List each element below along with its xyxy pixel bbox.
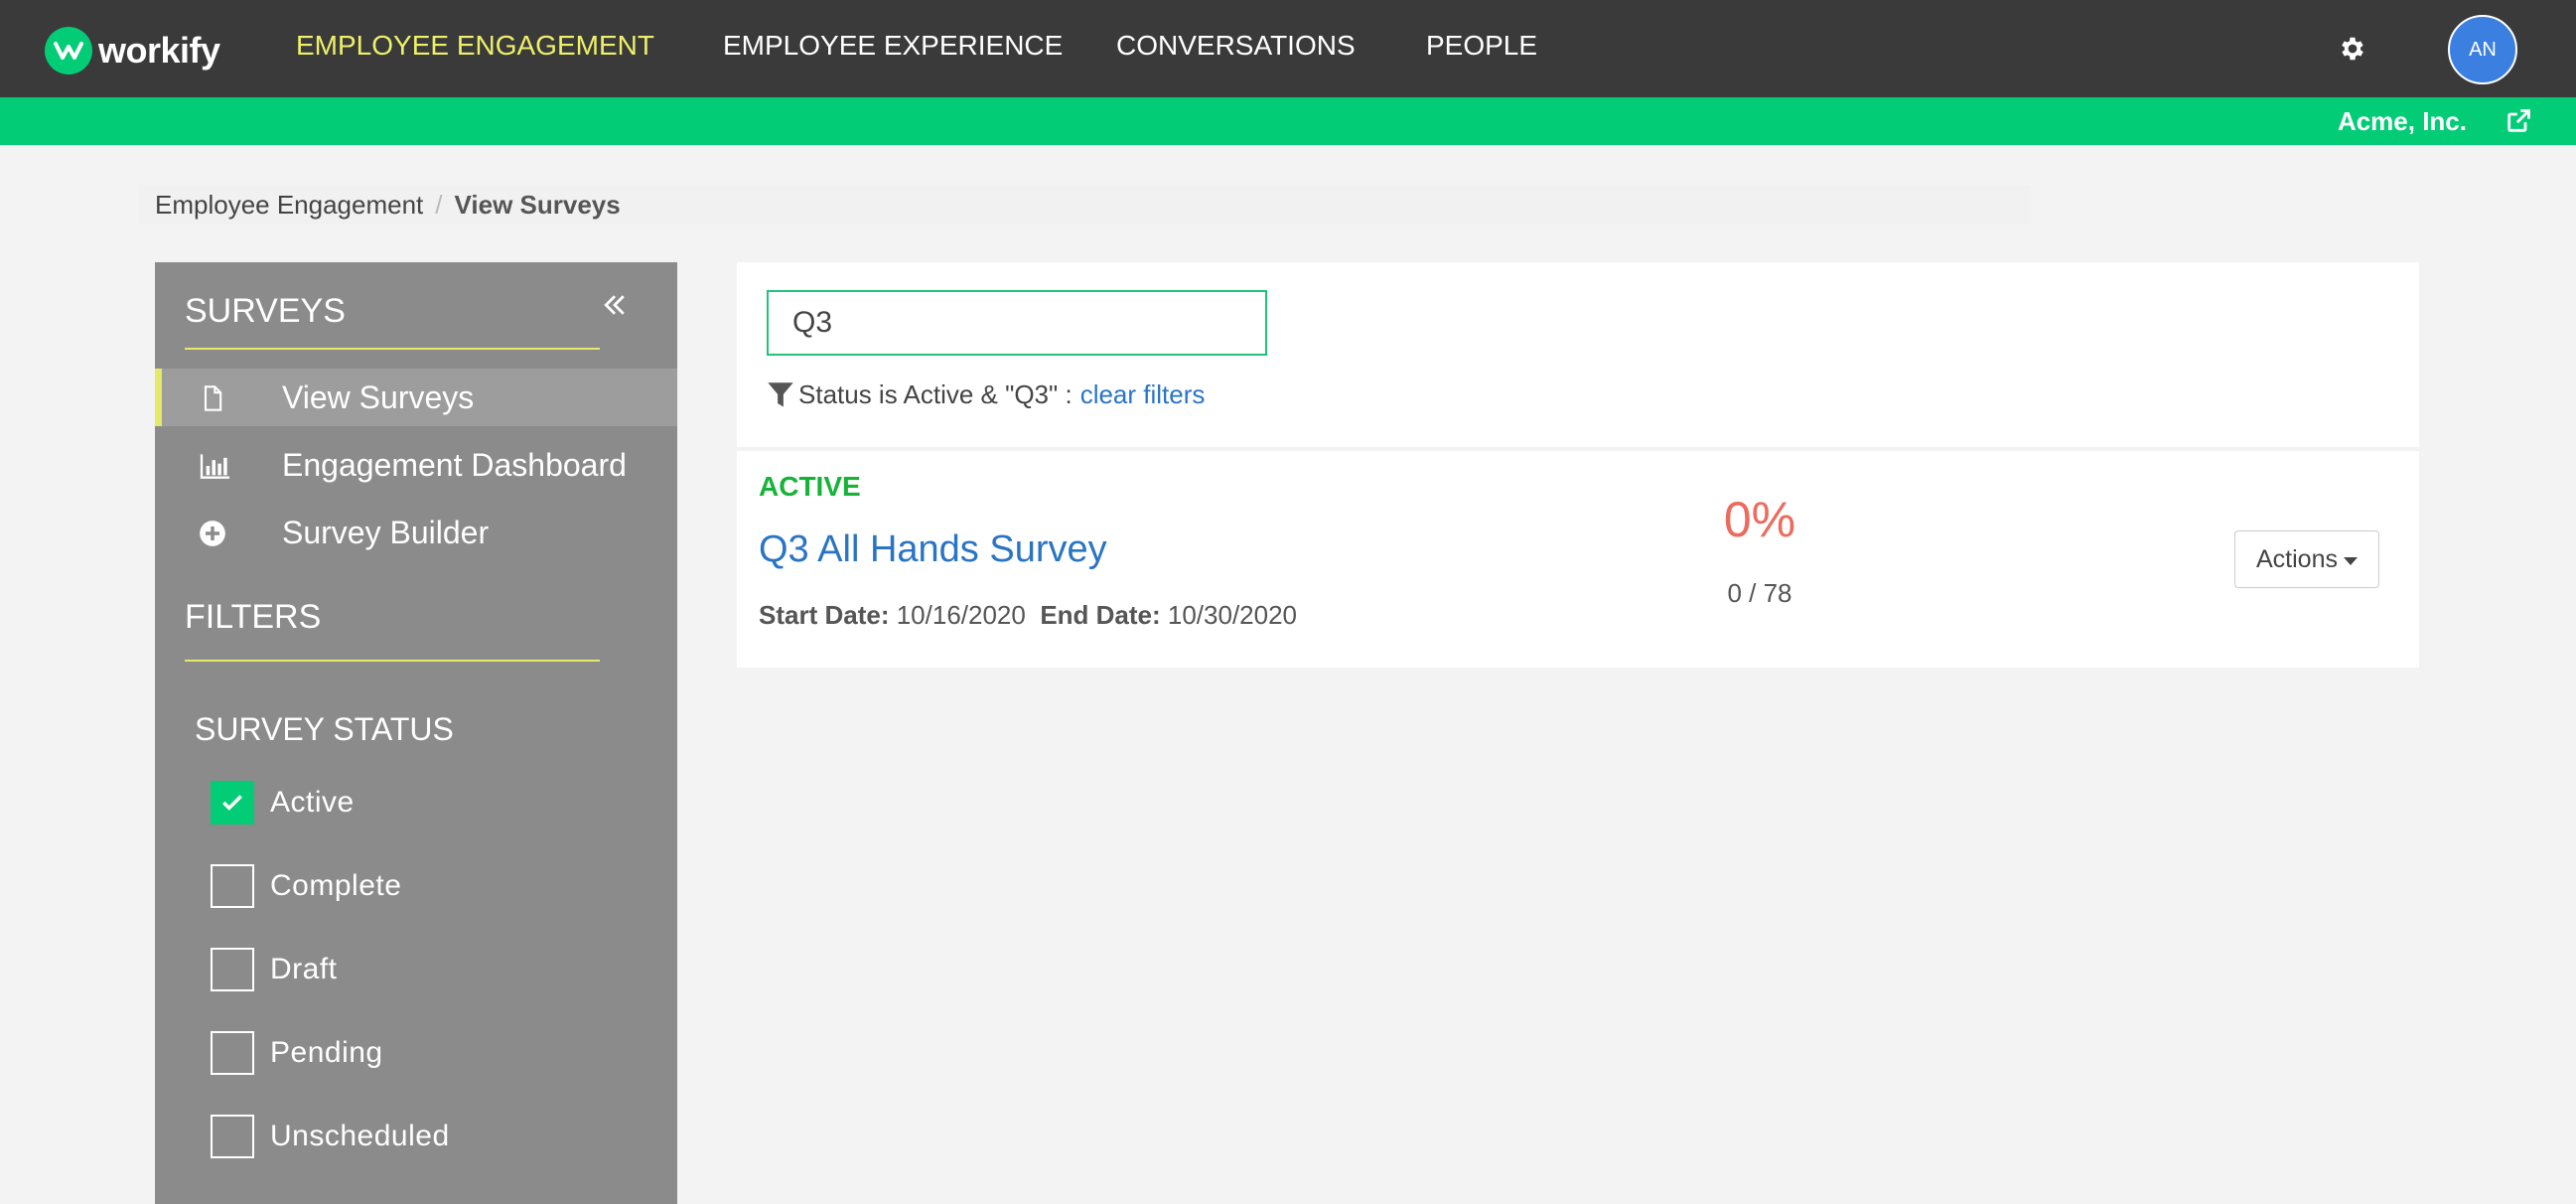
clear-filters-link[interactable]: clear filters (1080, 379, 1206, 410)
breadcrumb-separator: / (435, 190, 443, 220)
checkbox-active[interactable] (211, 781, 254, 825)
workify-logo[interactable]: workify (45, 27, 220, 75)
document-icon (199, 383, 226, 411)
checkbox-unscheduled[interactable] (211, 1115, 254, 1158)
external-link-icon[interactable] (2504, 107, 2532, 135)
nav-conversations[interactable]: CONVERSATIONS (1116, 30, 1356, 62)
bar-chart-icon (199, 451, 229, 479)
avatar[interactable]: AN (2448, 15, 2517, 84)
org-bar: Acme, Inc. (0, 97, 2576, 145)
breadcrumb-current: View Surveys (454, 190, 621, 220)
breadcrumb-parent[interactable]: Employee Engagement (155, 190, 423, 220)
status-filter-unscheduled[interactable]: Unscheduled (211, 1115, 450, 1158)
filter-funnel-icon (767, 380, 794, 410)
status-filter-complete[interactable]: Complete (211, 864, 401, 908)
workify-logo-icon (45, 27, 92, 75)
checkbox-pending[interactable] (211, 1031, 254, 1075)
survey-dates: Start Date: 10/16/2020 End Date: 10/30/2… (759, 600, 1297, 631)
search-panel: Status is Active & "Q3" : clear filters (737, 262, 2419, 447)
status-filter-label: Active (270, 786, 355, 819)
checkbox-draft[interactable] (211, 948, 254, 991)
sidebar-item-label: Engagement Dashboard (282, 446, 627, 483)
company-name[interactable]: Acme, Inc. (2338, 106, 2467, 137)
status-filter-label: Complete (270, 869, 402, 902)
end-date-value: 10/30/2020 (1167, 600, 1298, 630)
sidebar-item-engagement-dashboard[interactable]: Engagement Dashboard (155, 436, 677, 494)
start-date-label: Start Date: (759, 600, 890, 630)
status-filter-label: Pending (270, 1036, 383, 1069)
status-filter-draft[interactable]: Draft (211, 948, 338, 991)
breadcrumb: Employee Engagement / View Surveys (139, 185, 2031, 225)
brand-name: workify (98, 30, 220, 71)
sidebar-item-label: Survey Builder (282, 514, 490, 550)
sidebar-item-label: View Surveys (282, 378, 475, 415)
caret-down-icon (2343, 556, 2358, 565)
status-filter-pending[interactable]: Pending (211, 1031, 383, 1075)
actions-dropdown-button[interactable]: Actions (2234, 530, 2379, 588)
survey-card: ACTIVE Q3 All Hands Survey Start Date: 1… (737, 451, 2419, 668)
double-chevron-left-icon[interactable] (600, 290, 630, 320)
status-filter-active[interactable]: Active (211, 781, 355, 825)
active-filter-summary: Status is Active & "Q3" : clear filters (767, 379, 1205, 410)
response-rate: 0% (1723, 492, 1796, 547)
survey-title-link[interactable]: Q3 All Hands Survey (759, 528, 1107, 571)
surveys-heading: SURVEYS (185, 292, 600, 350)
plus-circle-icon (199, 519, 226, 546)
end-date-label: End Date: (1040, 600, 1161, 630)
nav-people[interactable]: PEOPLE (1426, 30, 1537, 62)
filter-summary-text: Status is Active & "Q3" : (798, 379, 1073, 409)
nav-employee-experience[interactable]: EMPLOYEE EXPERIENCE (723, 30, 1063, 62)
filters-heading: FILTERS (185, 598, 600, 662)
response-count: 0 / 78 (1727, 578, 1792, 608)
sidebar-item-survey-builder[interactable]: Survey Builder (155, 504, 677, 561)
top-nav-bar: workify EMPLOYEE ENGAGEMENT EMPLOYEE EXP… (0, 0, 2576, 97)
sidebar: SURVEYS View Surveys Engagement Dashboar… (155, 262, 677, 1204)
gear-icon[interactable] (2338, 34, 2367, 64)
status-badge: ACTIVE (759, 471, 861, 502)
survey-status-heading: SURVEY STATUS (195, 711, 454, 747)
start-date-value: 10/16/2020 (896, 600, 1026, 630)
checkbox-complete[interactable] (211, 864, 254, 908)
sidebar-item-view-surveys[interactable]: View Surveys (155, 369, 677, 426)
status-filter-label: Draft (270, 953, 338, 985)
search-input[interactable] (767, 290, 1267, 356)
nav-employee-engagement[interactable]: EMPLOYEE ENGAGEMENT (296, 30, 654, 62)
status-filter-label: Unscheduled (270, 1120, 450, 1152)
actions-label: Actions (2256, 544, 2338, 573)
